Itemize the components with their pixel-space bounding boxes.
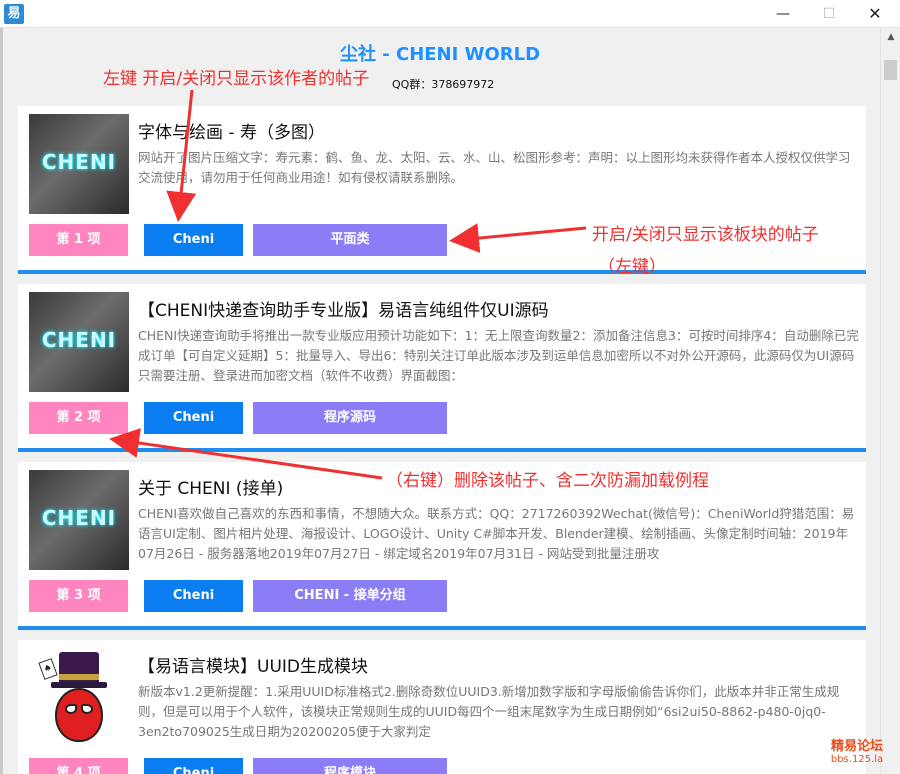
- post-title[interactable]: 【CHENI快递查询助手专业版】易语言纯组件仅UI源码: [138, 296, 549, 321]
- thumbnail-logo-text: CHENI: [41, 150, 117, 174]
- category-filter-button[interactable]: 程序模块: [253, 758, 447, 774]
- mask-eye-right: [81, 704, 93, 714]
- category-filter-button[interactable]: 平面类: [253, 224, 447, 256]
- app-icon: 易: [4, 4, 24, 24]
- scroll-thumb[interactable]: [884, 60, 897, 80]
- client-area: 尘社 - CHENI WORLD QQ群：378697972 CHENI 字体与…: [0, 28, 900, 774]
- post-thumbnail[interactable]: CHENI: [29, 114, 129, 214]
- mask-eye-left: [65, 704, 77, 714]
- watermark-title: 精易论坛: [830, 739, 883, 754]
- forum-watermark: 精易论坛 bbs.125.la: [818, 735, 896, 765]
- author-filter-button[interactable]: Cheni: [144, 224, 243, 256]
- category-filter-button[interactable]: CHENI - 接单分组: [253, 580, 447, 612]
- post-card-4[interactable]: ♠ 【易语言模块】UUID生成模块 新版本v1.2更新提醒：1.采用UUID标准…: [18, 640, 866, 774]
- post-description: CHENI快递查询助手将推出一款专业版应用预计功能如下：1：无上限查询数量2：添…: [138, 328, 859, 383]
- scroll-up-arrow-icon[interactable]: ▲: [881, 28, 900, 46]
- post-thumbnail[interactable]: CHENI: [29, 292, 129, 392]
- author-filter-button[interactable]: Cheni: [144, 758, 243, 774]
- author-filter-button[interactable]: Cheni: [144, 402, 243, 434]
- spider-mask-icon: [55, 688, 103, 742]
- author-filter-button[interactable]: Cheni: [144, 580, 243, 612]
- thumbnail-logo-text: CHENI: [41, 328, 117, 352]
- post-thumbnail[interactable]: ♠: [29, 648, 129, 748]
- post-index-button[interactable]: 第 4 项: [29, 758, 128, 774]
- annotation-delete-hint: （右键）删除该帖子、含二次防漏加载例程: [386, 471, 709, 491]
- thumbnail-logo-text: CHENI: [41, 506, 117, 530]
- playing-card-icon: ♠: [38, 658, 58, 680]
- annotation-author-filter: 左键 开启/关闭只显示该作者的帖子: [103, 69, 370, 89]
- minimize-button[interactable]: —: [760, 0, 806, 28]
- hat-band: [59, 674, 99, 680]
- post-index-button[interactable]: 第 1 项: [29, 224, 128, 256]
- post-card-1[interactable]: CHENI 字体与绘画 - 寿（多图） 网站开了图片压缩文字：寿元素：鹤、鱼、龙…: [18, 106, 866, 270]
- post-description: 网站开了图片压缩文字：寿元素：鹤、鱼、龙、太阳、云、水、山、松图形参考：声明：以…: [138, 150, 851, 185]
- post-description: 新版本v1.2更新提醒：1.采用UUID标准格式2.删除奇数位UUID3.新增加…: [138, 684, 840, 739]
- card-separator: [18, 626, 866, 630]
- maximize-button[interactable]: ☐: [806, 0, 852, 28]
- category-filter-button[interactable]: 程序源码: [253, 402, 447, 434]
- post-title[interactable]: 【易语言模块】UUID生成模块: [138, 652, 368, 677]
- post-title[interactable]: 关于 CHENI (接单): [138, 474, 283, 499]
- qq-group-text: QQ群：378697972: [392, 78, 495, 91]
- watermark-url: bbs.125.la: [830, 754, 884, 765]
- vertical-scrollbar[interactable]: ▲: [880, 28, 900, 774]
- close-button[interactable]: ✕: [852, 0, 898, 28]
- page-title: 尘社 - CHENI WORLD: [339, 44, 541, 65]
- card-separator: [18, 448, 866, 452]
- post-title[interactable]: 字体与绘画 - 寿（多图）: [138, 118, 325, 143]
- window-titlebar: 易 — ☐ ✕: [0, 0, 900, 28]
- annotation-category-filter: 开启/关闭只显示该板块的帖子: [592, 225, 819, 245]
- card-separator: [18, 270, 866, 274]
- post-index-button[interactable]: 第 2 项: [29, 402, 128, 434]
- annotation-category-hint: （左键）: [598, 257, 666, 277]
- post-thumbnail[interactable]: CHENI: [29, 470, 129, 570]
- post-card-2[interactable]: CHENI 【CHENI快递查询助手专业版】易语言纯组件仅UI源码 CHENI快…: [18, 284, 866, 448]
- left-border: [0, 28, 3, 774]
- post-description: CHENI喜欢做自己喜欢的东西和事情，不想随大众。联系方式：QQ：2717260…: [138, 506, 855, 561]
- post-index-button[interactable]: 第 3 项: [29, 580, 128, 612]
